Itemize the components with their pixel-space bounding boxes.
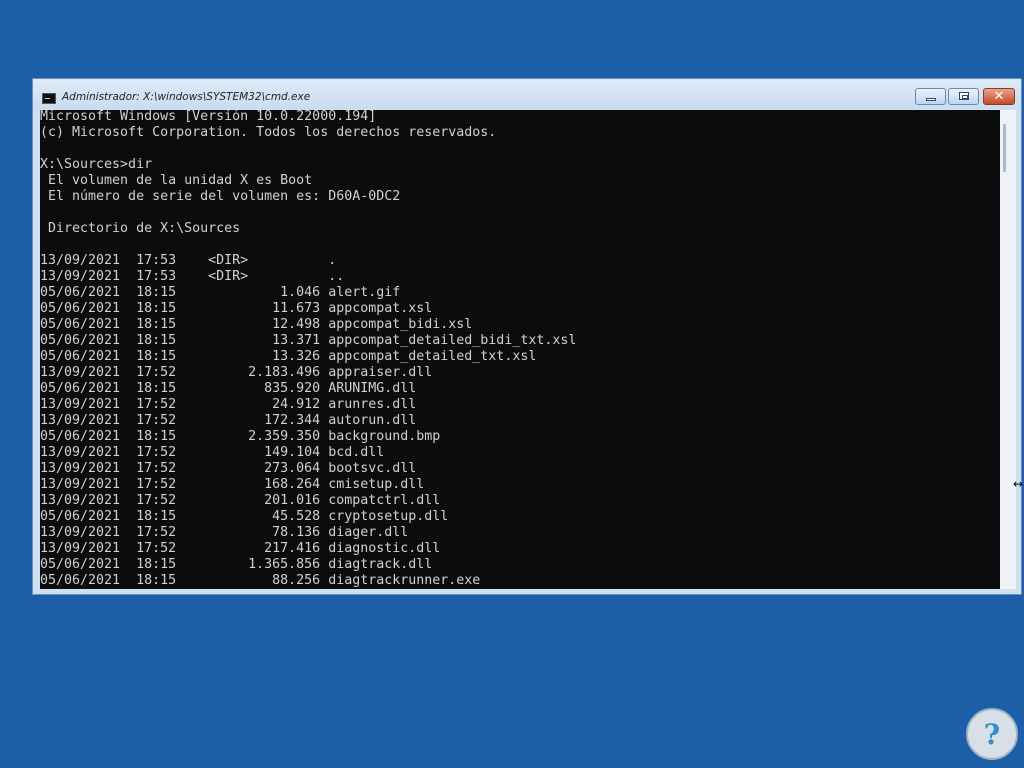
console-line: Microsoft Windows [Versión 10.0.22000.19… <box>40 110 377 124</box>
scrollbar-thumb[interactable] <box>1003 124 1006 172</box>
console-lines: Microsoft Windows [Versión 10.0.22000.19… <box>40 110 576 589</box>
window-title: Administrador: X:\windows\SYSTEM32\cmd.e… <box>62 91 311 103</box>
console-line: 05/06/2021 18:15 13.371 appcompat_detail… <box>40 333 577 348</box>
console-line: 13/09/2021 17:53 <DIR> . <box>40 253 337 268</box>
console-line: El número de serie del volumen es: D60A-… <box>40 189 401 204</box>
console-line: 13/09/2021 17:52 172.344 autorun.dll <box>40 413 417 428</box>
close-icon: ✕ <box>993 89 1005 104</box>
console-line: (c) Microsoft Corporation. Todos los der… <box>40 125 497 140</box>
console-line: 05/06/2021 18:15 45.528 cryptosetup.dll <box>40 509 449 524</box>
console-line: 13/09/2021 17:52 217.416 diagnostic.dll <box>40 541 441 556</box>
console-line: 13/09/2021 17:52 24.912 arunres.dll <box>40 397 417 412</box>
console-line: X:\Sources>dir <box>40 157 153 172</box>
console-line: Directorio de X:\Sources <box>40 221 241 236</box>
resize-cursor-icon: ↔ <box>1013 477 1024 491</box>
console-line: 05/06/2021 18:15 88.256 diagtrackrunner.… <box>40 573 481 588</box>
vertical-scrollbar[interactable] <box>1000 110 1016 589</box>
console-line: 13/09/2021 17:52 168.264 cmisetup.dll <box>40 477 425 492</box>
help-logo-icon: ? <box>966 708 1018 760</box>
console-line: 13/09/2021 17:53 <DIR> .. <box>40 269 345 284</box>
console-line: 13/09/2021 17:52 201.016 compatctrl.dll <box>40 493 441 508</box>
minimize-button[interactable] <box>915 88 946 105</box>
console-line: 05/06/2021 18:15 2.359.350 background.bm… <box>40 429 441 444</box>
console-line: 13/09/2021 17:52 2.183.496 appraiser.dll <box>40 365 433 380</box>
console-line: 13/09/2021 17:52 273.064 bootsvc.dll <box>40 461 417 476</box>
console-output[interactable]: Microsoft Windows [Versión 10.0.22000.19… <box>40 110 1000 589</box>
console-line: 05/06/2021 18:15 1.365.856 diagtrack.dll <box>40 557 433 572</box>
help-logo-mark: ? <box>983 718 1001 751</box>
maximize-button[interactable] <box>948 88 979 105</box>
console-line: El volumen de la unidad X es Boot <box>40 173 313 188</box>
cmd-window[interactable]: Administrador: X:\windows\SYSTEM32\cmd.e… <box>32 78 1022 595</box>
minimize-icon <box>926 98 936 101</box>
console-line: 05/06/2021 18:15 12.498 appcompat_bidi.x… <box>40 317 473 332</box>
cmd-console-icon <box>42 93 56 104</box>
maximize-icon <box>959 92 969 100</box>
console-line: 05/06/2021 18:15 11.673 appcompat.xsl <box>40 301 433 316</box>
console-line: 13/09/2021 17:52 78.136 diager.dll <box>40 525 409 540</box>
console-line: 05/06/2021 18:15 835.920 ARUNIMG.dll <box>40 381 417 396</box>
console-line: 13/09/2021 17:52 149.104 bcd.dll <box>40 445 385 460</box>
close-button[interactable]: ✕ <box>983 88 1015 105</box>
console-line: 05/06/2021 18:15 1.046 alert.gif <box>40 285 401 300</box>
title-bar[interactable]: Administrador: X:\windows\SYSTEM32\cmd.e… <box>33 79 1021 109</box>
console-line: 05/06/2021 18:15 13.326 appcompat_detail… <box>40 349 537 364</box>
